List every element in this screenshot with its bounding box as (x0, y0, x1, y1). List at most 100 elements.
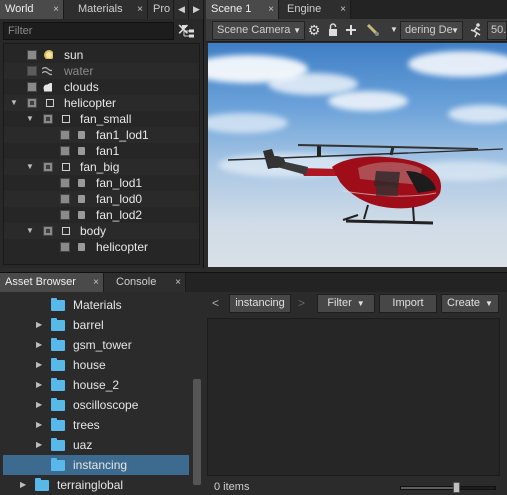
asset-toolbar: < instancing > Filter ▼ Import Create ▼ (207, 293, 507, 317)
visibility-checkbox[interactable] (60, 242, 70, 252)
folder-row[interactable]: ▶ uaz (3, 435, 189, 455)
world-tabbar: World × Materials × Pro ◀ ▶ (0, 0, 204, 19)
water-icon (42, 66, 52, 76)
tree-row-fan1[interactable]: fan1 (4, 143, 199, 159)
tree-row-fan-small[interactable]: ▼ fan_small (4, 111, 199, 127)
tab-scroll-right-button[interactable]: ▶ (189, 0, 204, 19)
folder-label: trees (73, 418, 100, 432)
tab-world[interactable]: World × (0, 0, 64, 19)
tree-row-fan1-lod1[interactable]: fan1_lod1 (4, 127, 199, 143)
visibility-checkbox[interactable] (43, 162, 53, 172)
render-mode-select[interactable]: dering De ▼ (400, 21, 463, 40)
tab-scroll-left-button[interactable]: ◀ (174, 0, 189, 19)
folder-row[interactable]: ▶ terrainglobal (3, 475, 189, 495)
tab-materials[interactable]: Materials × (64, 0, 148, 19)
tab-console[interactable]: Console × (104, 273, 186, 292)
breadcrumb-label: instancing (235, 297, 285, 309)
expand-arrow-icon[interactable]: ▶ (36, 335, 42, 355)
folder-row[interactable]: ▶ trees (3, 415, 189, 435)
expand-arrow-icon[interactable]: ▼ (26, 159, 34, 175)
expand-arrow-icon[interactable]: ▶ (36, 395, 42, 415)
render-mode-value: dering De (405, 24, 453, 36)
tree-row-water[interactable]: water (4, 63, 199, 79)
folder-scrollbar-thumb[interactable] (193, 379, 201, 485)
visibility-checkbox[interactable] (60, 210, 70, 220)
lock-icon[interactable] (325, 22, 341, 38)
asset-grid[interactable] (207, 318, 500, 476)
add-icon[interactable] (343, 22, 359, 38)
close-icon[interactable]: × (53, 0, 59, 19)
expand-arrow-icon[interactable]: ▶ (36, 375, 42, 395)
expand-arrow-icon[interactable]: ▶ (36, 415, 42, 435)
tree-row-fan-lod2[interactable]: fan_lod2 (4, 207, 199, 223)
visibility-checkbox[interactable] (27, 82, 37, 92)
tree-row-sun[interactable]: sun (4, 47, 199, 63)
expand-arrow-icon[interactable]: ▶ (20, 475, 26, 495)
folder-row[interactable]: Materials (3, 295, 189, 315)
tree-label: water (64, 64, 94, 78)
hierarchy-icon[interactable] (181, 24, 195, 38)
tree-row-helicopter[interactable]: ▼ helicopter (4, 95, 199, 111)
folder-row[interactable]: ▶ barrel (3, 315, 189, 335)
tree-row-fan-lod0[interactable]: fan_lod0 (4, 191, 199, 207)
expand-arrow-icon[interactable]: ▼ (26, 111, 34, 127)
close-icon[interactable]: × (93, 273, 99, 292)
tree-row-fan-lod1[interactable]: fan_lod1 (4, 175, 199, 191)
folder-row[interactable]: ▶ oscilloscope (3, 395, 189, 415)
tab-asset-browser[interactable]: Asset Browser × (0, 273, 104, 292)
visibility-checkbox[interactable] (60, 146, 70, 156)
tree-row-body[interactable]: ▼ body (4, 223, 199, 239)
folder-label: Materials (73, 298, 122, 312)
tree-row-fan-big[interactable]: ▼ fan_big (4, 159, 199, 175)
folder-row[interactable]: ▶ gsm_tower (3, 335, 189, 355)
folder-label: instancing (73, 458, 128, 472)
folder-row[interactable]: ▶ house (3, 355, 189, 375)
visibility-checkbox[interactable] (43, 114, 53, 124)
tab-engine[interactable]: Engine × (279, 0, 351, 19)
visibility-checkbox[interactable] (27, 50, 37, 60)
running-man-icon[interactable] (468, 22, 484, 38)
create-button-label: Create (447, 297, 481, 309)
expand-arrow-icon[interactable]: ▼ (10, 95, 18, 111)
visibility-checkbox[interactable] (60, 178, 70, 188)
visibility-checkbox[interactable] (60, 194, 70, 204)
filter-button[interactable]: Filter ▼ (317, 294, 375, 313)
close-icon[interactable]: × (340, 0, 346, 19)
tree-label: fan_lod1 (96, 176, 143, 190)
breadcrumb[interactable]: instancing (229, 294, 291, 313)
tab-scene-1[interactable]: Scene 1 × (206, 0, 279, 19)
folder-row[interactable]: ▶ house_2 (3, 375, 189, 395)
filter-input[interactable] (3, 22, 174, 40)
back-button[interactable]: < (212, 296, 219, 310)
folder-icon (51, 418, 65, 431)
create-button[interactable]: Create ▼ (441, 294, 499, 313)
tree-row-helicopter-mesh[interactable]: helicopter (4, 239, 199, 255)
visibility-checkbox[interactable] (43, 226, 53, 236)
tab-properties[interactable]: Pro (148, 0, 174, 19)
slider-thumb[interactable] (452, 482, 460, 493)
expand-arrow-icon[interactable]: ▶ (36, 435, 42, 455)
expand-arrow-icon[interactable]: ▶ (36, 315, 42, 335)
visibility-checkbox[interactable] (27, 98, 37, 108)
close-icon[interactable]: × (175, 273, 181, 292)
close-icon[interactable]: × (268, 0, 274, 19)
folder-row[interactable]: instancing (3, 455, 189, 475)
scene-viewport[interactable] (208, 43, 507, 267)
helicopter-model (227, 144, 504, 225)
expand-arrow-icon[interactable]: ▶ (36, 355, 42, 375)
visibility-checkbox[interactable] (27, 66, 37, 76)
brush-icon[interactable] (365, 22, 381, 38)
visibility-checkbox[interactable] (60, 130, 70, 140)
import-button[interactable]: Import (379, 294, 437, 313)
tree-label: body (80, 224, 107, 238)
expand-arrow-icon[interactable]: ▼ (26, 223, 34, 239)
gear-icon[interactable]: ⚙ (306, 22, 322, 38)
tree-row-clouds[interactable]: clouds (4, 79, 199, 95)
close-icon[interactable]: × (137, 0, 143, 19)
camera-select[interactable]: Scene Camera ▼ (212, 21, 305, 40)
forward-button[interactable]: > (298, 296, 305, 310)
tab-world-label: World (5, 3, 34, 15)
tree-label: fan1_lod1 (96, 128, 149, 142)
speed-field[interactable]: 50. (487, 21, 507, 40)
thumbnail-size-slider[interactable] (400, 486, 496, 490)
